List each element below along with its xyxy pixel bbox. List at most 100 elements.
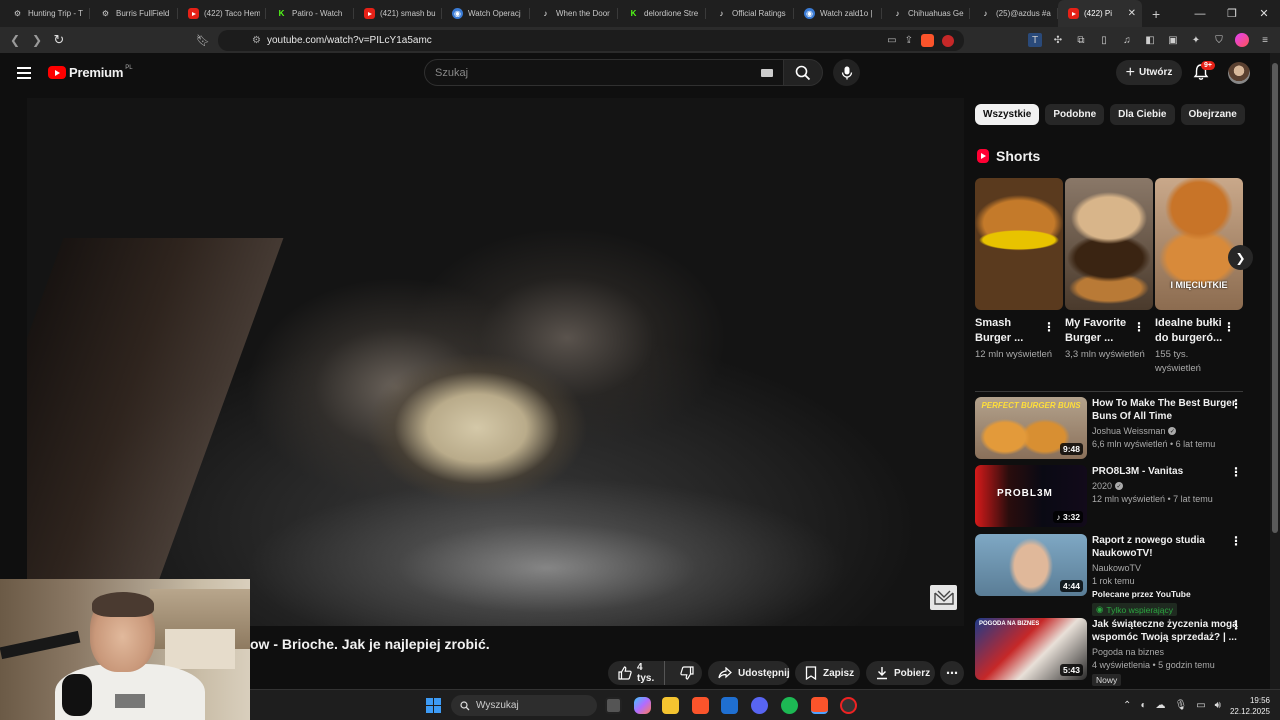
browser-tab[interactable]: ♪ When the Door — [530, 0, 618, 27]
more-actions-button[interactable]: ⋯ — [940, 661, 964, 685]
url-text[interactable]: youtube.com/watch?v=PILcY1a5amc — [267, 35, 432, 46]
more-vertical-icon[interactable]: ⋮ — [1230, 618, 1242, 632]
related-video[interactable]: PERFECT BURGER BUNS 9:48 How To Make The… — [975, 397, 1255, 459]
translate-extension-icon[interactable]: T — [1028, 33, 1042, 47]
cast-icon[interactable]: ▭ — [887, 35, 896, 46]
more-vertical-icon[interactable]: ⋮ — [1043, 320, 1055, 334]
forward-icon[interactable]: ❯ — [26, 33, 48, 47]
channel-watermark-icon[interactable] — [930, 585, 957, 610]
brave-browser-icon[interactable] — [692, 697, 709, 714]
profile-icon[interactable] — [1235, 33, 1249, 47]
file-explorer-icon[interactable] — [662, 697, 679, 714]
short-title[interactable]: Smash Burger ... — [975, 316, 1045, 346]
maximize-button[interactable]: ❐ — [1216, 7, 1248, 20]
browser-tab[interactable]: Kdelordione Stre — [618, 0, 706, 27]
copilot-icon[interactable] — [634, 697, 651, 714]
more-vertical-icon[interactable]: ⋮ — [1133, 320, 1145, 334]
related-video[interactable]: PROBL3M ♪ 3:32 PRO8L3M - Vanitas 2020 ✓ 1… — [975, 465, 1255, 527]
menu-icon[interactable]: ≡ — [1258, 33, 1272, 47]
chevron-up-icon[interactable]: ⌃ — [1123, 700, 1131, 711]
video-title-link[interactable]: PRO8L3M - Vanitas — [1092, 465, 1242, 478]
music-icon[interactable]: ♫ — [1120, 33, 1134, 47]
spotify-icon[interactable] — [781, 697, 798, 714]
close-window-button[interactable]: ✕ — [1248, 7, 1280, 20]
new-tab-button[interactable]: + — [1152, 6, 1160, 22]
leo-icon[interactable]: ✦ — [1189, 33, 1203, 47]
keyboard-icon[interactable] — [761, 69, 773, 77]
search-button[interactable] — [783, 59, 823, 86]
more-vertical-icon[interactable]: ⋮ — [1223, 320, 1235, 334]
browser-tab[interactable]: ⚙ Hunting Trip - T — [2, 0, 90, 27]
bookmark-icon[interactable]: 🔖︎ — [196, 34, 210, 47]
puzzle-icon[interactable]: ✣ — [1051, 33, 1065, 47]
page-scrollbar[interactable] — [1270, 53, 1280, 689]
back-icon[interactable]: ❮ — [4, 33, 26, 47]
short-thumbnail[interactable]: I MIĘCIUTKIE — [1155, 178, 1243, 310]
video-title-link[interactable]: How To Make The Best Burger Buns Of All … — [1092, 397, 1242, 423]
site-info-icon[interactable]: ⚙ — [252, 35, 261, 46]
brave-rewards-icon[interactable] — [942, 34, 954, 47]
browser-tab[interactable]: ♪ Official Ratings — [706, 0, 794, 27]
more-vertical-icon[interactable]: ⋮ — [1230, 465, 1242, 479]
browser-tab[interactable]: ◉ Watch zald1o | — [794, 0, 882, 27]
download-button[interactable]: Pobierz — [866, 661, 935, 685]
channel-name[interactable]: Pogoda na biznes — [1092, 647, 1164, 657]
discord-icon[interactable] — [751, 697, 768, 714]
browser-tab[interactable]: (422) Pi ✕ — [1058, 0, 1142, 27]
short-title[interactable]: Idealne bułki do burgeró... — [1155, 316, 1225, 346]
brave-shields-icon[interactable] — [921, 34, 934, 47]
channel-name[interactable]: 2020 — [1092, 481, 1112, 491]
windows-start-icon[interactable] — [426, 698, 441, 713]
browser-tab[interactable]: ♪ (25)@azdus #a — [970, 0, 1058, 27]
video-thumbnail[interactable]: PERFECT BURGER BUNS 9:48 — [975, 397, 1087, 459]
obs-icon[interactable] — [840, 697, 857, 714]
more-vertical-icon[interactable]: ⋮ — [1230, 397, 1242, 411]
short-card[interactable]: My Favorite Burger ... 3,3 mln wyświetle… — [1065, 178, 1153, 362]
shorts-next-button[interactable]: ❯ — [1228, 245, 1253, 270]
vpn-icon[interactable]: ⛉ — [1212, 33, 1226, 47]
share-button[interactable]: Udostępnij — [708, 661, 790, 685]
browser-tab[interactable]: K Patiro - Watch — [266, 0, 354, 27]
close-tab-icon[interactable]: ✕ — [1128, 8, 1136, 19]
chip-related[interactable]: Podobne — [1045, 104, 1105, 125]
search-input[interactable]: Szukaj — [424, 59, 784, 86]
short-title[interactable]: My Favorite Burger ... — [1065, 316, 1135, 346]
store-icon[interactable] — [721, 697, 738, 714]
taskbar-search-input[interactable]: Wyszukaj — [451, 695, 597, 716]
video-player[interactable] — [27, 98, 964, 626]
chip-watched[interactable]: Obejrzane — [1180, 104, 1245, 125]
short-card[interactable]: Smash Burger ... 12 mln wyświetleń ⋮ — [975, 178, 1063, 362]
chip-all[interactable]: Wszystkie — [975, 104, 1040, 125]
minimize-button[interactable]: — — [1184, 8, 1216, 20]
scrollbar-thumb[interactable] — [1272, 63, 1278, 533]
video-thumbnail[interactable]: 4:44 — [975, 534, 1087, 596]
network-icon[interactable]: ▭ — [1196, 700, 1205, 711]
voice-search-button[interactable] — [833, 59, 860, 86]
tray-app-icon[interactable]: ◐ — [1140, 700, 1146, 711]
hamburger-menu-icon[interactable] — [17, 67, 31, 79]
save-button[interactable]: Zapisz — [795, 661, 860, 685]
short-card[interactable]: I MIĘCIUTKIE Idealne bułki do burgeró...… — [1155, 178, 1243, 376]
video-thumbnail[interactable]: PROBL3M ♪ 3:32 — [975, 465, 1087, 527]
short-thumbnail[interactable] — [1065, 178, 1153, 310]
sidebar-icon[interactable]: ◧ — [1143, 33, 1157, 47]
video-frame[interactable] — [27, 98, 964, 626]
address-bar[interactable]: 🔖︎ ⚙ youtube.com/watch?v=PILcY1a5amc ▭ ⇪ — [196, 30, 964, 51]
like-button[interactable]: 4 tys. — [608, 661, 666, 685]
video-title-link[interactable]: Jak świąteczne życzenia mogą wspomóc Two… — [1092, 618, 1242, 644]
video-title-link[interactable]: Raport z nowego studia NaukowoTV! — [1092, 534, 1242, 560]
cloud-icon[interactable]: ☁ — [1155, 700, 1165, 711]
browser-tab[interactable]: ⚙ Burris FullField — [90, 0, 178, 27]
video-thumbnail[interactable]: POGODA NA BIZNES 5:43 — [975, 618, 1087, 680]
wallet-icon[interactable]: ▣ — [1166, 33, 1180, 47]
tab-capture-icon[interactable]: ⧉ — [1074, 33, 1088, 47]
short-thumbnail[interactable] — [975, 178, 1063, 310]
avatar[interactable] — [1228, 62, 1250, 84]
youtube-premium-logo[interactable]: Premium PL — [48, 65, 133, 80]
related-video[interactable]: POGODA NA BIZNES 5:43 Jak świąteczne życ… — [975, 618, 1255, 686]
reading-list-icon[interactable]: ▯ — [1097, 33, 1111, 47]
volume-icon[interactable]: 🔊︎ — [1215, 700, 1221, 711]
related-video[interactable]: 4:44 Raport z nowego studia NaukowoTV! N… — [975, 534, 1255, 616]
reload-icon[interactable]: ↻ — [48, 32, 70, 48]
channel-name[interactable]: Joshua Weissman — [1092, 426, 1165, 436]
